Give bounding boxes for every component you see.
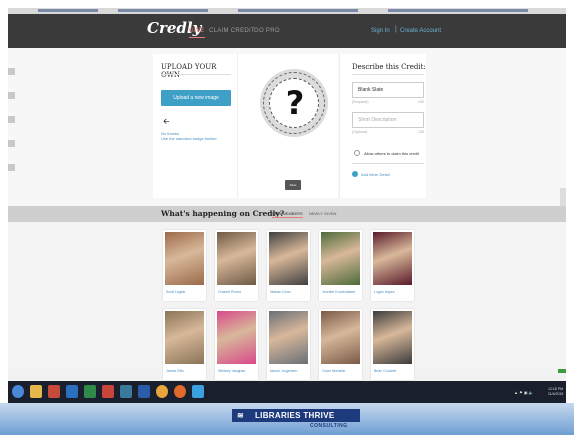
skype-icon[interactable] [192, 385, 204, 398]
sign-in-link[interactable]: Sign In [371, 28, 390, 34]
member-card[interactable]: Grant Seelaide [319, 309, 362, 380]
divider [352, 74, 424, 75]
allow-claim-label: Allow others to claim this credit [364, 151, 419, 156]
whats-happening-bar: What's happening on Credly? NEW MEMBERS … [8, 206, 566, 222]
member-card[interactable]: Nathan Dunn [267, 230, 310, 301]
badge-center: ? [269, 78, 319, 128]
nav-give[interactable]: GIVE [189, 28, 205, 38]
member-name[interactable]: Chantel Picard [218, 290, 241, 294]
edge-icon [8, 116, 15, 123]
bookmark-strip[interactable] [118, 9, 208, 12]
member-name[interactable]: Whitney Vaughan [218, 369, 245, 373]
standard-badge-builder-link[interactable]: Use the standard badge builder [161, 136, 217, 141]
member-name[interactable]: Naomi Jorgensen [270, 369, 297, 373]
upload-heading: UPLOAD YOUR OWN [161, 63, 217, 79]
libraries-thrive-brand: LIBRARIES THRIVE [255, 411, 335, 420]
member-card[interactable]: Scott Lagbie [163, 230, 206, 301]
member-name[interactable]: Scott Lagbie [166, 290, 185, 294]
allow-claim-checkbox[interactable] [354, 150, 360, 156]
member-photo [269, 311, 308, 364]
acrobat-icon[interactable] [48, 385, 60, 398]
add-icon[interactable] [352, 171, 358, 177]
member-photo [217, 311, 256, 364]
description-hint: (Optional) [352, 130, 368, 134]
add-more-detail-link[interactable]: Add More Detail [361, 172, 390, 177]
member-card[interactable]: Logan Hayes [371, 230, 414, 301]
badge-preview-panel: ? Save [238, 54, 338, 198]
member-photo [373, 311, 412, 364]
member-photo [321, 232, 360, 285]
top-nav: Credly GIVE CLAIM CREDIT GO PRO Sign In … [8, 14, 566, 48]
title-hint: (Required) [352, 100, 369, 104]
firefox-icon[interactable] [174, 385, 186, 398]
chrome-icon[interactable] [156, 385, 168, 398]
member-photo [165, 232, 204, 285]
divider [161, 74, 231, 75]
presentation-footer: ≋ LIBRARIES THRIVE CONSULTING [0, 403, 574, 435]
save-button[interactable]: Save [285, 180, 301, 190]
member-photo [373, 232, 412, 285]
edge-icon [8, 164, 15, 171]
back-arrow-icon[interactable]: 🡨 [163, 116, 170, 130]
start-button-icon[interactable] [12, 385, 24, 398]
powerpoint-icon[interactable] [102, 385, 114, 398]
description-count: 128 [418, 130, 424, 134]
credit-title-input[interactable]: Blank Slate [352, 82, 424, 98]
edge-icon [8, 92, 15, 99]
bookmark-strip[interactable] [38, 9, 98, 12]
edge-icon [8, 68, 15, 75]
word-icon[interactable] [138, 385, 150, 398]
members-grid: Scott Lagbie Chantel Picard Nathan Dunn … [8, 222, 566, 380]
taskbar-clock[interactable]: 12:18 PM 11/4/2015 [548, 387, 563, 397]
describe-panel: Describe this Credit: Blank Slate (Requi… [339, 54, 426, 198]
nav-go-pro[interactable]: GO PRO [254, 28, 280, 34]
describe-heading: Describe this Credit: [352, 63, 426, 71]
libraries-thrive-logo-icon: ≋ [237, 411, 244, 420]
bookmark-strip[interactable] [238, 9, 358, 12]
member-card[interactable]: Chantel Picard [215, 230, 258, 301]
member-photo [321, 311, 360, 364]
member-name[interactable]: Nathan Dunn [270, 290, 291, 294]
file-explorer-icon[interactable] [30, 385, 42, 398]
member-name[interactable]: Jennifer Kundrotakee [322, 290, 355, 294]
tab-new-members[interactable]: NEW MEMBERS [272, 211, 303, 218]
member-card[interactable]: Naomi Jorgensen [267, 309, 310, 380]
excel-icon[interactable] [84, 385, 96, 398]
badge-preview[interactable]: ? [260, 69, 328, 137]
member-name[interactable]: Grant Seelaide [322, 369, 345, 373]
short-description-input[interactable]: Short Description [352, 112, 424, 128]
publisher-icon[interactable] [120, 385, 132, 398]
divider [352, 163, 424, 164]
member-photo [165, 311, 204, 364]
give-credit-form: UPLOAD YOUR OWN Upload a new image 🡨 No … [8, 48, 566, 218]
member-card[interactable]: Whitney Vaughan [215, 309, 258, 380]
member-name[interactable]: Logan Hayes [374, 290, 395, 294]
title-count: 105 [418, 100, 424, 104]
upload-image-button[interactable]: Upload a new image [161, 90, 231, 106]
windows-taskbar: ▲ ⚑ ▣ 🔈 12:18 PM 11/4/2015 [8, 381, 566, 403]
left-edge-icons [8, 68, 16, 178]
outlook-icon[interactable] [66, 385, 78, 398]
member-name[interactable]: Brian Crockett [374, 369, 396, 373]
edge-icon [8, 140, 15, 147]
screenshot-frame: Credly GIVE CLAIM CREDIT GO PRO Sign In … [8, 8, 566, 403]
edge-marker [558, 369, 566, 373]
nav-separator: | [395, 26, 397, 33]
clock-date: 11/4/2015 [548, 392, 564, 396]
member-name[interactable]: James Ellis [166, 369, 184, 373]
member-card[interactable]: Brian Crockett [371, 309, 414, 380]
create-account-link[interactable]: Create Account [400, 28, 441, 34]
nav-claim-credit[interactable]: CLAIM CREDIT [209, 28, 255, 34]
question-mark-icon: ? [285, 84, 305, 122]
member-photo [269, 232, 308, 285]
tab-newly-given[interactable]: NEWLY GIVEN [309, 211, 336, 216]
bookmark-strip[interactable] [388, 9, 528, 12]
member-card[interactable]: Jennifer Kundrotakee [319, 230, 362, 301]
system-tray-icons[interactable]: ▲ ⚑ ▣ 🔈 [514, 390, 534, 395]
member-card[interactable]: James Ellis [163, 309, 206, 380]
member-photo [217, 232, 256, 285]
happening-title: What's happening on Credly? [161, 209, 285, 218]
libraries-thrive-subtitle: CONSULTING [310, 423, 348, 429]
upload-panel: UPLOAD YOUR OWN Upload a new image 🡨 No … [153, 54, 238, 198]
